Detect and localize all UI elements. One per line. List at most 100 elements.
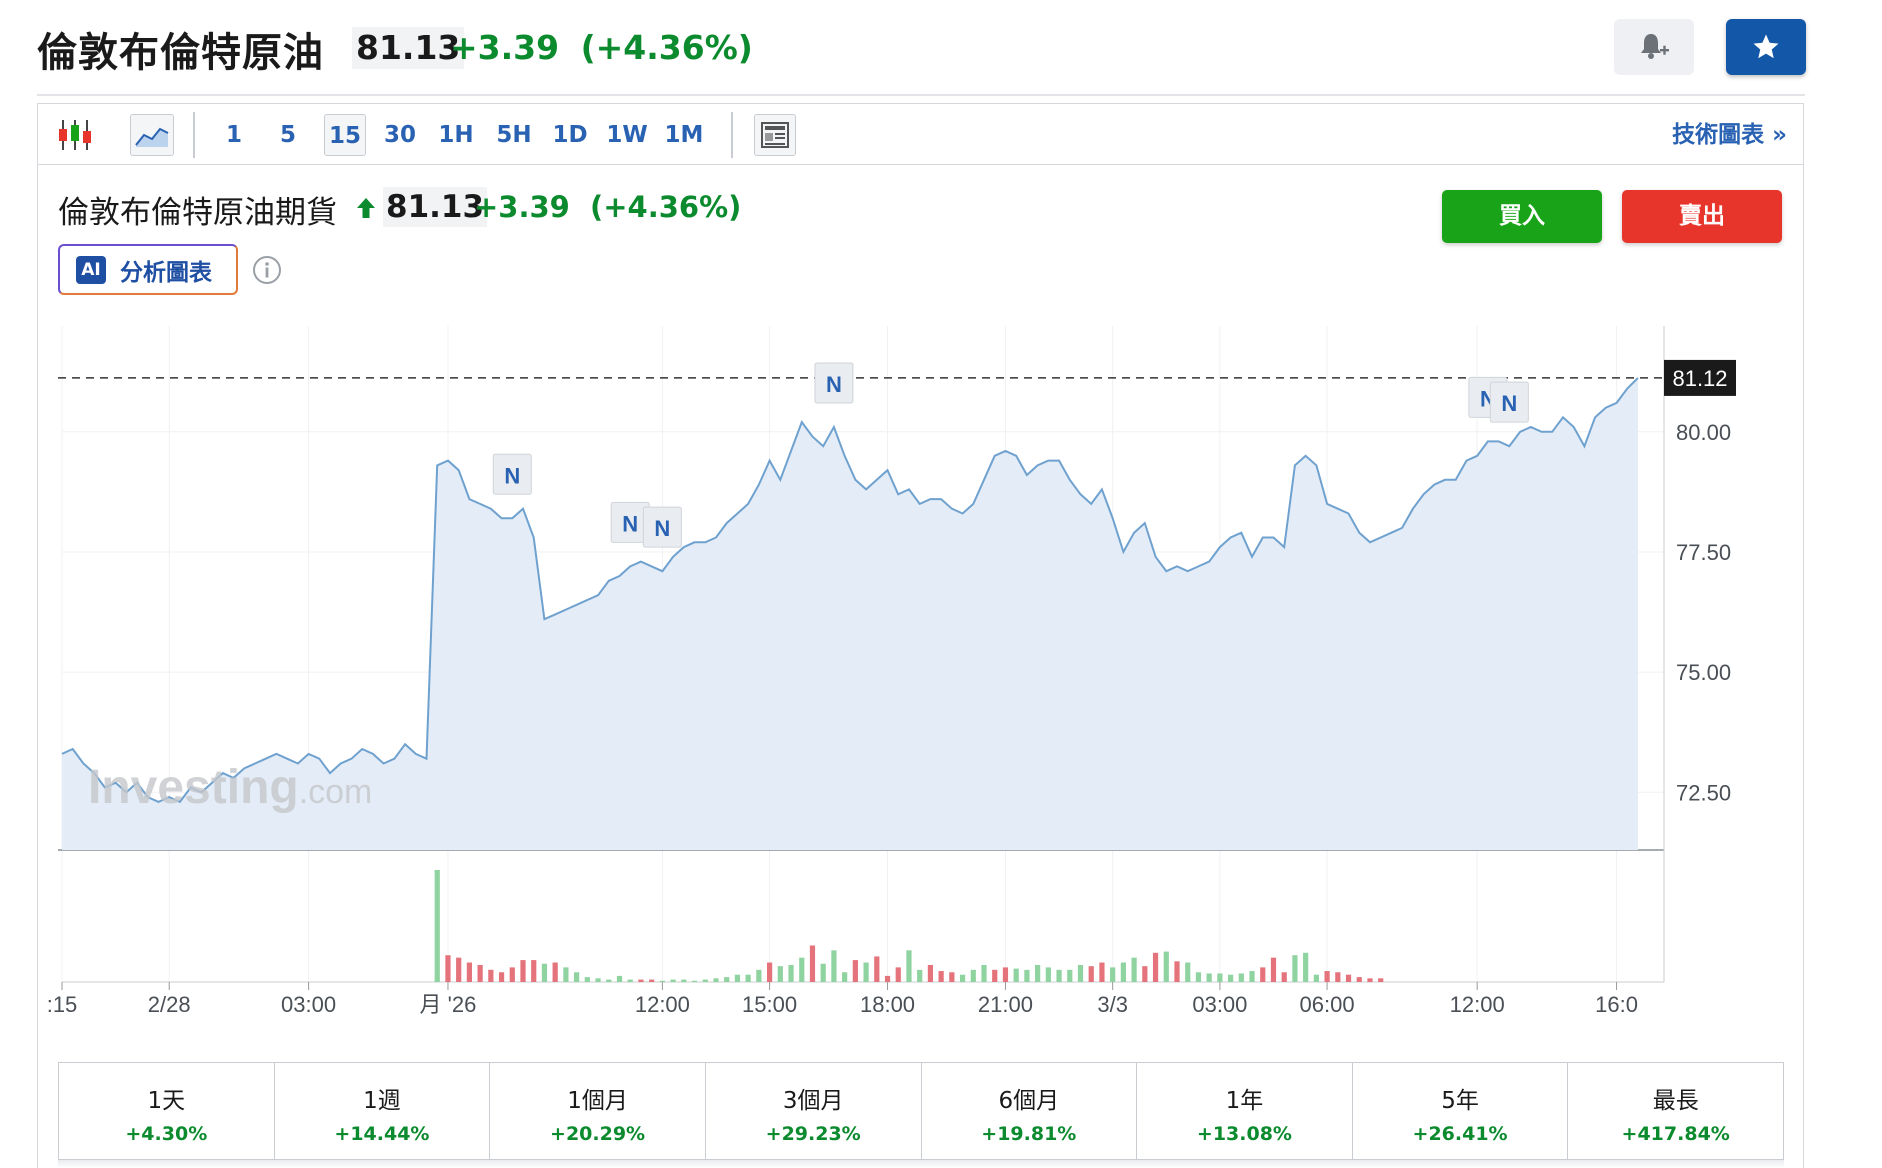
news-marker: N — [814, 362, 854, 404]
volume-bar — [1120, 962, 1126, 982]
volume-bar — [1152, 952, 1159, 982]
volume-bar — [884, 975, 891, 982]
volume-bar — [1077, 964, 1084, 982]
perf-value: +26.41% — [1412, 1123, 1508, 1145]
perf-label: 1天 — [147, 1088, 186, 1114]
volume-bar — [1270, 957, 1277, 982]
volume-bar — [1002, 967, 1009, 982]
volume-bar — [809, 945, 816, 982]
volume-bar — [434, 870, 440, 982]
perf-label: 1個月 — [567, 1088, 628, 1114]
perf-1w[interactable]: 1週 +14.44% — [275, 1063, 491, 1159]
volume-bar — [1067, 969, 1073, 982]
volume-bar — [456, 957, 462, 982]
volume-bar — [981, 964, 987, 982]
news-marker-label: N — [622, 511, 638, 536]
perf-value: +19.81% — [981, 1123, 1077, 1145]
volume-bar — [1324, 971, 1330, 982]
perf-label: 6個月 — [998, 1088, 1060, 1114]
volume-bar — [777, 966, 783, 982]
perf-1m[interactable]: 1個月 +20.29% — [490, 1063, 706, 1159]
volume-bar — [606, 979, 612, 982]
perf-5y[interactable]: 5年 +26.41% — [1353, 1063, 1569, 1159]
volume-bars — [434, 870, 1384, 982]
volume-bar — [842, 972, 848, 982]
volume-bar — [1281, 972, 1287, 982]
investing-watermark: Investing.com — [88, 761, 372, 814]
volume-bar — [1142, 966, 1148, 982]
price-chart[interactable]: Investing.com 81.12 NN NNN N 80.0077.5075.… — [0, 0, 1882, 1060]
volume-bar — [1227, 974, 1234, 982]
perf-value: +4.30% — [125, 1123, 208, 1145]
news-marker: N — [642, 506, 682, 548]
volume-bar — [959, 974, 966, 982]
perf-1y[interactable]: 1年 +13.08% — [1137, 1063, 1353, 1159]
volume-bar — [895, 967, 901, 982]
news-marker-label: N — [1501, 391, 1517, 416]
perf-value: +29.23% — [765, 1123, 861, 1145]
volume-bar — [852, 960, 858, 982]
volume-bar — [616, 975, 623, 982]
watermark-suffix: .com — [299, 773, 373, 811]
volume-bar — [949, 972, 955, 982]
perf-3m[interactable]: 3個月 +29.23% — [706, 1063, 922, 1159]
perf-6m[interactable]: 6個月 +19.81% — [922, 1063, 1138, 1159]
volume-bar — [498, 972, 505, 982]
last-price-label: 81.12 — [1672, 366, 1727, 391]
volume-bar — [1163, 951, 1169, 982]
x-axis: :15 2/28 03:00 月 '26 12:00 15:00 18:00 21:00 3/3… — [47, 982, 1638, 1017]
volume-bar — [1013, 968, 1019, 982]
volume-bar — [595, 978, 601, 982]
news-marker-label: N — [826, 372, 842, 397]
volume-bar — [863, 962, 869, 982]
y-tick-label: 72.50 — [1676, 780, 1731, 805]
x-tick-label: 16:0 — [1595, 992, 1638, 1017]
perf-value: +13.08% — [1196, 1123, 1292, 1145]
volume-bar — [1378, 978, 1384, 982]
volume-bar — [724, 977, 730, 982]
perf-label: 5年 — [1441, 1088, 1479, 1114]
volume-bar — [1335, 972, 1341, 982]
volume-bar — [445, 955, 451, 982]
news-marker-label: N — [504, 463, 520, 488]
volume-bar — [563, 967, 569, 982]
volume-bar — [906, 950, 912, 982]
perf-value: +417.84% — [1621, 1123, 1730, 1145]
volume-bar — [917, 969, 923, 982]
volume-bar — [670, 979, 676, 982]
volume-bar — [1238, 973, 1244, 982]
volume-bar — [1292, 955, 1298, 982]
volume-bar — [659, 980, 665, 982]
perf-value: +20.29% — [550, 1123, 646, 1145]
volume-bar — [552, 962, 558, 982]
news-marker-label: N — [654, 516, 670, 541]
news-marker: N — [1489, 381, 1529, 423]
x-tick-label: 03:00 — [281, 992, 336, 1017]
volume-bar — [938, 971, 944, 982]
perf-1d[interactable]: 1天 +4.30% — [59, 1063, 275, 1159]
volume-bar — [702, 979, 708, 982]
perf-value: +14.44% — [334, 1123, 430, 1145]
x-tick-label: 月 '26 — [420, 992, 477, 1017]
y-tick-label: 75.00 — [1676, 660, 1731, 685]
watermark-brand: Investing — [88, 761, 299, 814]
volume-bar — [1045, 967, 1051, 982]
volume-bar — [1185, 962, 1191, 982]
volume-bar — [1024, 969, 1030, 982]
y-axis: 80.00 77.50 75.00 72.50 — [1676, 420, 1731, 806]
volume-bar — [820, 963, 826, 982]
x-tick-label: 3/3 — [1097, 992, 1128, 1017]
volume-bar — [691, 980, 698, 982]
volume-bar — [831, 950, 837, 982]
volume-bar — [874, 956, 880, 982]
x-tick-label: 15:00 — [742, 992, 797, 1017]
volume-bar — [766, 962, 773, 982]
volume-bar — [1088, 966, 1094, 982]
y-tick-label: 77.50 — [1676, 540, 1731, 565]
perf-label: 3個月 — [782, 1088, 844, 1114]
perf-max[interactable]: 最長 +417.84% — [1568, 1063, 1783, 1159]
volume-bar — [627, 979, 633, 982]
perf-label: 1年 — [1225, 1088, 1264, 1114]
x-tick-label: 21:00 — [978, 992, 1033, 1017]
volume-bar — [1035, 964, 1041, 982]
